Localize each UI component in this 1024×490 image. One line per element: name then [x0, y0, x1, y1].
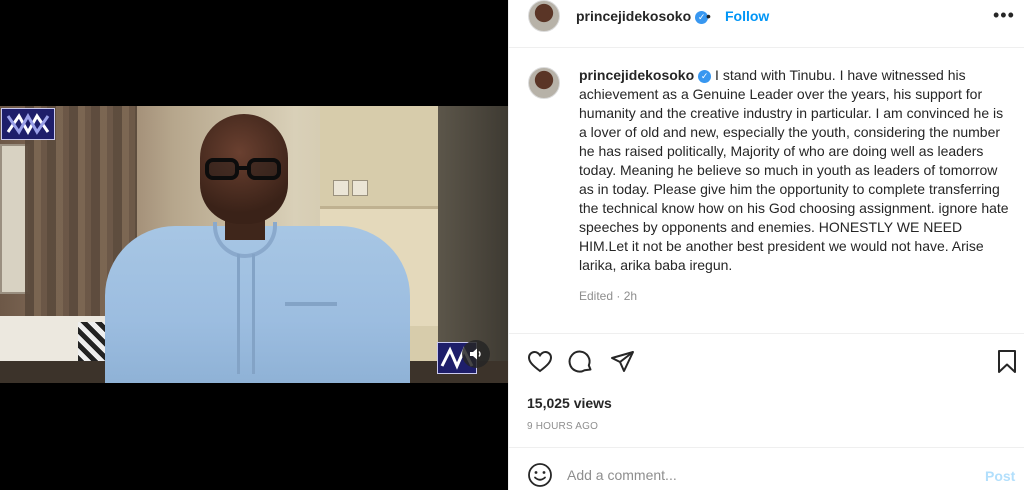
channel-logo-watermark — [1, 108, 55, 140]
post-caption: princejidekosoko ✓ I stand with Tinubu. I… — [579, 66, 1009, 275]
share-icon[interactable] — [609, 348, 637, 376]
caption-avatar[interactable] — [528, 67, 560, 99]
username-link[interactable]: princejidekosoko — [576, 8, 691, 24]
post-timestamp: 9 HOURS AGO — [527, 421, 599, 432]
more-options-icon[interactable]: ••• — [993, 6, 1015, 24]
post-details-panel: princejidekosoko ✓ • Follow ••• princejid… — [508, 0, 1024, 490]
divider — [509, 333, 1024, 334]
avatar[interactable] — [528, 0, 560, 32]
post-header: princejidekosoko ✓ • Follow ••• — [509, 0, 1024, 36]
heart-icon[interactable] — [526, 348, 554, 376]
comment-icon[interactable] — [566, 348, 594, 376]
action-bar — [509, 348, 1024, 376]
comment-input[interactable] — [567, 467, 947, 483]
divider — [509, 47, 1024, 48]
follow-button[interactable]: Follow — [725, 8, 769, 24]
emoji-icon[interactable] — [527, 462, 553, 488]
view-count[interactable]: 15,025 views — [527, 395, 612, 411]
instagram-post-view: princejidekosoko ✓ • Follow ••• princejid… — [0, 0, 1024, 490]
post-video[interactable] — [0, 106, 508, 383]
caption-username[interactable]: princejidekosoko — [579, 67, 694, 83]
speaking-man — [105, 114, 410, 383]
edited-timestamp: Edited · 2h — [579, 289, 638, 303]
comment-form: Post — [509, 448, 1024, 490]
eyeglasses — [205, 158, 281, 180]
media-panel — [0, 0, 508, 490]
post-comment-button[interactable]: Post — [985, 468, 1015, 484]
caption-text: I stand with Tinubu. I have witnessed hi… — [579, 67, 1009, 273]
bookmark-icon[interactable] — [993, 348, 1021, 376]
mute-toggle-button[interactable] — [462, 340, 490, 368]
verified-badge-icon: ✓ — [698, 70, 712, 83]
separator-dot: • — [706, 8, 711, 24]
speaker-icon — [470, 348, 481, 360]
